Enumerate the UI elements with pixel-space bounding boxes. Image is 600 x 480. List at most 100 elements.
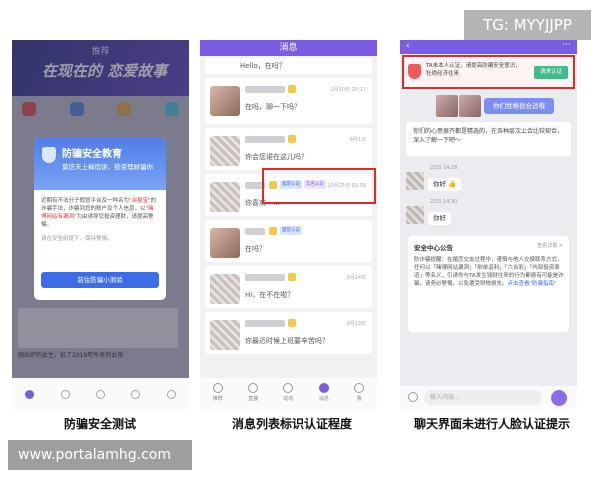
profile-icon [354,383,365,393]
message-preview: 你会您诺在这儿吗？ [245,153,308,161]
bottom-nav: 推荐 直播 动态 消息 我 [200,378,377,410]
contact-name [245,86,285,93]
page-title: 消息 [200,40,377,56]
home-icon[interactable] [25,389,35,399]
modal-body: 近期有不法分子假冒平台及一种名为"余额宝"的诈骗手法，诈骗到您的账户及个人信息，… [34,190,166,250]
avatar[interactable] [406,206,424,224]
avatar[interactable] [210,320,240,350]
list-item[interactable]: 面容认证 在吗？ [205,220,372,262]
modal-title: 防骗安全教育 [62,149,122,160]
user-photo[interactable] [436,95,458,117]
bottom-nav [12,378,189,410]
phone-screen-chat: ‹ ··· TA未本人认证，请提高防骗安全意识，牡绝经济往来 请求认证 你们性格… [400,40,577,410]
nav-item-messages[interactable]: 消息 [318,383,329,402]
nav-item-live[interactable]: 直播 [248,383,258,402]
message-time: 9月19日 [346,321,366,327]
moments-icon [283,383,294,393]
message-preview: Hi，在不在啦？ [245,291,295,299]
message-time: 9月24日 [346,275,366,281]
nav-label: 我 [356,396,362,402]
notice-body: 防诈骗提醒：在婚恋交友过程中，谨慎与他人交换联系方式，任何以「赌博网站漏洞」「刷… [414,256,564,288]
nav-label: 推荐 [212,396,223,402]
emoji-icon[interactable] [551,390,567,406]
message-input[interactable]: 输入内容... [424,390,542,405]
more-icon[interactable]: ··· [562,40,571,50]
back-icon[interactable]: ‹ [406,41,410,51]
avatar[interactable] [210,228,240,258]
message-preview: 在吗？ [245,245,266,253]
list-item[interactable]: 9月19日 你最近时候上班要辛苦吗？ [205,312,372,354]
phone-screen-safety-test: 推荐 在现在的 恋爱故事 刚出炉的女生，扒了2019年所有的女孩 防骗安全教育 … [12,40,189,410]
moments-icon[interactable] [95,389,105,399]
profile-icon[interactable] [166,389,176,399]
security-notice-card: 安全中心公告 查看详情 > 防诈骗提醒：在婚恋交友过程中，谨慎与他人交换联系方式… [408,236,569,332]
chat-header: ‹ ··· [400,40,577,54]
start-quiz-button[interactable]: 前往防骗小测验 [41,272,159,288]
shield-icon [42,147,56,163]
avatar[interactable] [210,182,240,212]
contact-name [245,274,285,281]
list-item[interactable]: 9月1日 你会您诺在这儿吗？ [205,128,372,170]
avatar[interactable] [210,136,240,166]
message-preview: Hello，在吗？ [240,62,286,70]
vip-badge-icon [288,273,296,281]
contact-name [245,320,285,327]
notice-detail-link[interactable]: 查看详情 > [537,242,563,249]
request-verify-button[interactable]: 请求认证 [534,66,568,79]
notice-link[interactable]: 点击查看"防骗指南" [508,281,557,287]
modal-subtitle: 莫信天上掉馅饼，投资理财骗你 [62,163,153,171]
nav-label: 消息 [318,396,329,402]
message-preview: 在吗，聊一下吗？ [245,103,301,111]
user-photo[interactable] [459,95,481,117]
chat-bubble: 你好 👍 [428,178,462,191]
highlight-box [262,168,376,204]
modal-footnote: 请在安全前提下，保持警惕。 [41,236,113,242]
shield-icon [408,64,421,79]
vip-badge-icon [288,135,296,143]
vip-badge-icon [288,85,296,93]
chat-input-bar: 输入内容... [400,386,577,410]
avatar[interactable] [406,172,424,190]
vip-badge-icon [269,227,277,235]
nav-label: 动态 [283,396,294,402]
nav-item-moments[interactable]: 动态 [283,383,293,402]
nav-item-me[interactable]: 我 [354,383,365,402]
page: TG: MYYJJPP 推荐 在现在的 恋爱故事 刚出炉的女生，扒了2019年所… [0,0,600,480]
phone-screen-message-list: 消息 Hello，在吗？ 2月20日 20:17 在吗，聊一下吗？ 9月1日 你… [200,40,377,410]
caption-safety-test: 防骗安全测试 [63,417,136,431]
topic-button[interactable]: 你们性格很合适哦 [484,98,554,114]
face-auth-badge: 面容认证 [280,226,302,235]
modal-header: 防骗安全教育 莫信天上掉馅饼，投资理财骗你 [34,138,166,190]
chat-bubble: 你好 [428,212,451,225]
match-card: 你们的心思很齐都是精选的，在各种层次上合比较契合，深入了解一下吧～ [406,122,571,156]
message-icon[interactable] [131,389,141,399]
caption-message-list: 消息列表标识认证程度 [231,417,352,431]
modal-highlight: "余额宝" [129,198,151,204]
home-icon [212,383,223,393]
message-time: 2月20日 20:17 [330,87,366,93]
live-icon[interactable] [60,389,70,399]
live-icon [248,383,259,393]
list-item[interactable]: Hello，在吗？ [205,58,372,74]
message-icon [318,383,329,393]
avatar[interactable] [210,274,240,304]
notice-title: 安全中心公告 [414,244,453,252]
anti-fraud-modal: 防骗安全教育 莫信天上掉馅饼，投资理财骗你 近期有不法分子假冒平台及一种名为"余… [34,138,166,300]
list-item[interactable]: 9月24日 Hi，在不在啦？ [205,266,372,308]
list-item[interactable]: 2月20日 20:17 在吗，聊一下吗？ [205,78,372,124]
voice-icon[interactable] [408,392,418,402]
contact-name [245,228,265,235]
contact-name [245,136,285,143]
message-time: 9月1日 [349,137,366,143]
modal-body-text: 近期有不法分子假冒平台及一种名为 [41,198,130,204]
watermark-tag: TG: MYYJJPP [464,10,591,40]
unverified-alert: TA未本人认证，请提高防骗安全意识，牡绝经济往来 请求认证 [402,55,575,89]
vip-badge-icon [288,319,296,327]
alert-text: TA未本人认证，请提高防骗安全意识，牡绝经济往来 [426,63,521,77]
nav-item-recommend[interactable]: 推荐 [212,383,223,402]
nav-label: 直播 [248,396,259,402]
caption-chat-alert: 聊天界面未进行人脸认证提示 [413,417,570,431]
avatar[interactable] [210,86,240,116]
message-time: 22日 14:28 [430,165,458,171]
site-label: www.portalamhg.com [8,440,192,470]
